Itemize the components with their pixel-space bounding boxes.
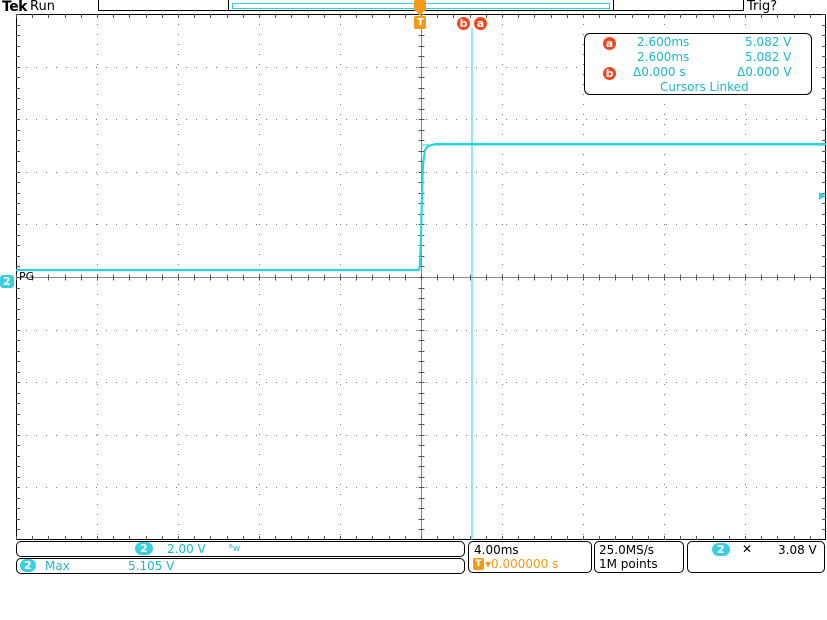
horizontal-position: ▾0.000000 s	[485, 557, 559, 571]
measurement-channel-badge: 2	[20, 559, 36, 572]
channel-label: PG	[19, 270, 35, 283]
measurement-label: Max	[45, 559, 70, 573]
channel-2-readout[interactable]: 2 2.00 V ᴮw	[16, 541, 465, 557]
trigger-marker-label: T	[417, 17, 424, 28]
record-length: 1M points	[599, 557, 658, 571]
acquisition-readout[interactable]: 25.0MS/s 1M points	[594, 541, 684, 573]
cursor-b-badge: b	[603, 67, 616, 80]
cursor-b-marker[interactable]: b	[457, 17, 470, 30]
cursor-delta-voltage: Δ0.000 V	[737, 65, 792, 79]
bandwidth-limit-icon: ᴮw	[229, 544, 241, 554]
trigger-level: 3.08 V	[778, 543, 817, 557]
timebase-readout[interactable]: 4.00ms T ▾0.000000 s	[468, 541, 592, 573]
trigger-readout[interactable]: 2 ✕ 3.08 V	[687, 541, 825, 573]
cursor-a-voltage: 5.082 V	[745, 35, 792, 49]
channel-number-badge: 2	[135, 542, 153, 555]
cursor-a-time: 2.600ms	[637, 35, 690, 49]
cursor-a-marker[interactable]: a	[474, 17, 487, 30]
run-status: Run	[30, 0, 55, 14]
trigger-position-marker[interactable]: T	[414, 0, 426, 30]
horizontal-scale: 4.00ms	[474, 543, 519, 557]
channel-vertical-scale: 2.00 V	[167, 542, 206, 556]
channel-ground-marker[interactable]: 2	[0, 270, 14, 289]
trigger-status: Trig?	[747, 0, 778, 14]
cursor-readout-panel: a 2.600ms 5.082 V 2.600ms 5.082 V b Δ0.0…	[584, 33, 812, 95]
trigger-source-badge: 2	[712, 543, 730, 556]
channel-ground-number: 2	[0, 275, 14, 288]
measurement-readout[interactable]: 2 Max 5.105 V	[16, 558, 465, 574]
cursors-linked-label: Cursors Linked	[660, 80, 749, 94]
cursor-b-time: 2.600ms	[637, 50, 690, 64]
cursor-b-voltage: 5.082 V	[745, 50, 792, 64]
measurement-value: 5.105 V	[128, 559, 175, 573]
cursor-delta-time: Δ0.000 s	[633, 65, 686, 79]
sample-rate: 25.0MS/s	[599, 543, 654, 557]
brand-logo: Tek	[2, 0, 28, 15]
trigger-position-icon: T	[473, 558, 484, 570]
trigger-slope-icon: ✕	[742, 542, 753, 556]
cursor-a-badge: a	[603, 37, 616, 50]
